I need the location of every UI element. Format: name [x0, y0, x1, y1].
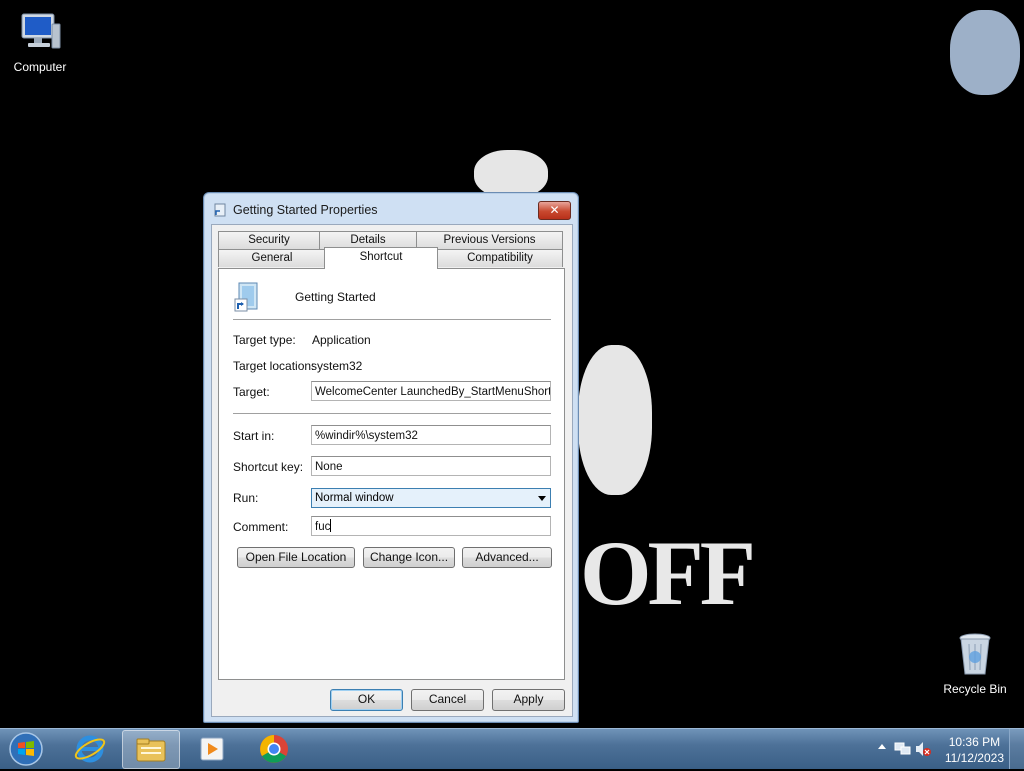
wallpaper-shape [950, 10, 1020, 95]
show-hidden-icons-icon[interactable] [878, 744, 886, 749]
ok-button[interactable]: OK [330, 689, 403, 711]
start-button[interactable] [4, 731, 48, 767]
target-location-label: Target location: [233, 359, 315, 373]
separator [233, 319, 551, 320]
tab-general[interactable]: General [218, 249, 326, 267]
target-type-value: Application [312, 333, 371, 347]
clock-date: 11/12/2023 [944, 751, 1004, 765]
tab-compatibility[interactable]: Compatibility [437, 249, 563, 267]
run-dropdown-value: Normal window [315, 492, 394, 504]
change-icon-button[interactable]: Change Icon... [363, 547, 455, 568]
tab-shortcut[interactable]: Shortcut [324, 247, 438, 269]
recycle-bin-icon [951, 630, 999, 678]
desktop-icon-recycle-bin[interactable]: Recycle Bin [935, 630, 1015, 696]
wallpaper-shape [474, 150, 548, 198]
target-type-label: Target type: [233, 333, 296, 347]
computer-icon [16, 8, 64, 56]
target-location-value: system32 [311, 359, 363, 373]
wallpaper-shape [578, 345, 652, 495]
shortcut-key-field[interactable]: None [311, 456, 551, 476]
taskbar-internet-explorer[interactable] [62, 730, 118, 767]
run-dropdown[interactable]: Normal window [311, 488, 551, 508]
windows-start-icon [9, 732, 43, 766]
media-player-icon [200, 737, 224, 761]
properties-dialog: Getting Started Properties ✕ Security De… [203, 192, 579, 723]
dialog-title: Getting Started Properties [233, 203, 378, 217]
desktop-icon-label: Computer [13, 60, 67, 74]
separator [233, 413, 551, 414]
wallpaper-text: OFF [580, 522, 756, 624]
taskbar: 10:36 PM 11/12/2023 [0, 728, 1024, 769]
tab-security[interactable]: Security [218, 231, 320, 249]
chevron-down-icon [538, 496, 546, 501]
cancel-button[interactable]: Cancel [411, 689, 484, 711]
shortcut-key-label: Shortcut key: [233, 460, 304, 474]
close-icon: ✕ [549, 203, 560, 217]
dialog-client: Security Details Previous Versions Gener… [211, 224, 573, 717]
advanced-button[interactable]: Advanced... [462, 547, 552, 568]
dialog-titlebar[interactable]: Getting Started Properties ✕ [204, 193, 578, 225]
start-in-label: Start in: [233, 429, 275, 443]
shortcut-large-icon [233, 281, 261, 313]
target-label: Target: [233, 385, 270, 399]
start-in-field[interactable]: %windir%\system32 [311, 425, 551, 445]
apply-button[interactable]: Apply [492, 689, 565, 711]
text-cursor [330, 519, 332, 532]
show-desktop-button[interactable] [1009, 729, 1024, 769]
comment-value: fuc [315, 521, 331, 533]
open-file-location-button[interactable]: Open File Location [237, 547, 355, 568]
chrome-icon [260, 735, 288, 763]
shortcut-file-icon [213, 203, 227, 217]
clock-time: 10:36 PM [948, 735, 1001, 749]
shortcut-name: Getting Started [295, 290, 376, 304]
taskbar-media-player[interactable] [184, 730, 240, 767]
tab-previous-versions[interactable]: Previous Versions [416, 231, 563, 249]
shortcut-panel: Getting Started Target type: Application… [218, 268, 565, 680]
file-explorer-icon [136, 738, 166, 762]
network-icon[interactable] [894, 741, 912, 757]
taskbar-chrome[interactable] [246, 730, 302, 767]
close-button[interactable]: ✕ [538, 201, 571, 220]
taskbar-file-explorer[interactable] [122, 730, 180, 769]
comment-field[interactable]: fuc [311, 516, 551, 536]
target-field[interactable]: WelcomeCenter LaunchedBy_StartMenuShortc… [311, 381, 551, 401]
run-label: Run: [233, 491, 259, 505]
volume-muted-icon[interactable] [914, 741, 932, 757]
system-tray: 10:36 PM 11/12/2023 [854, 729, 1024, 769]
desktop-icon-computer[interactable]: Computer [0, 8, 80, 74]
comment-label: Comment: [233, 520, 289, 534]
clock[interactable]: 10:36 PM 11/12/2023 [945, 734, 1004, 766]
desktop-icon-label: Recycle Bin [943, 682, 1007, 696]
internet-explorer-icon [74, 735, 106, 763]
